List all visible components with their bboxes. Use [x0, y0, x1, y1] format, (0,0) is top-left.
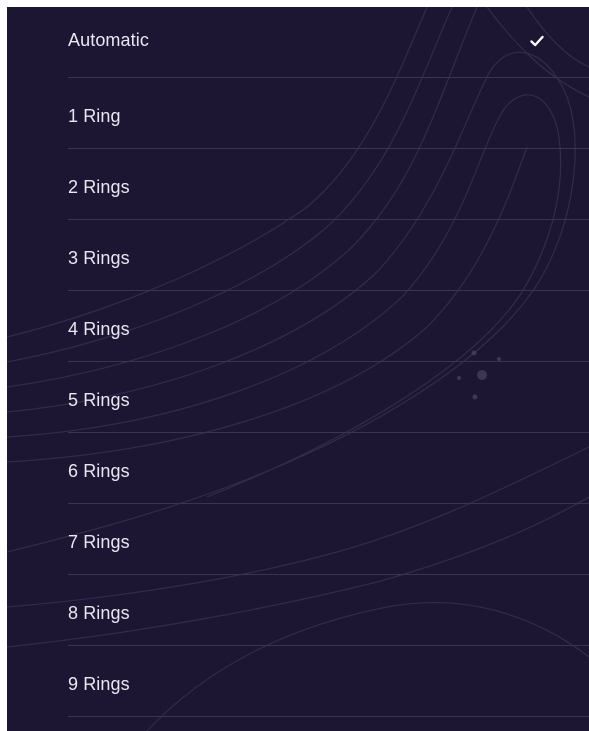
menu-item-3-rings[interactable]: 3 Rings — [7, 220, 589, 291]
menu-item-5-rings[interactable]: 5 Rings — [7, 362, 589, 433]
menu-item-6-rings[interactable]: 6 Rings — [7, 433, 589, 504]
checkmark-icon — [530, 35, 544, 47]
menu-item-9-rings[interactable]: 9 Rings — [7, 646, 589, 717]
divider — [68, 716, 589, 717]
menu-item-1-ring[interactable]: 1 Ring — [7, 78, 589, 149]
menu-item-automatic[interactable]: Automatic — [7, 7, 589, 78]
menu-item-label: 1 Ring — [68, 106, 121, 126]
menu-item-label: 5 Rings — [68, 390, 130, 410]
menu-item-label: 8 Rings — [68, 603, 130, 623]
menu-item-label: Automatic — [68, 30, 149, 50]
menu-item-4-rings[interactable]: 4 Rings — [7, 291, 589, 362]
menu-item-7-rings[interactable]: 7 Rings — [7, 504, 589, 575]
menu-item-label: 9 Rings — [68, 674, 130, 694]
menu-item-2-rings[interactable]: 2 Rings — [7, 149, 589, 220]
ring-count-menu: Automatic 1 Ring 2 Rings 3 Rings 4 Rings… — [7, 7, 589, 731]
menu-item-label: 4 Rings — [68, 319, 130, 339]
menu-item-label: 6 Rings — [68, 461, 130, 481]
ring-options-list: Automatic 1 Ring 2 Rings 3 Rings 4 Rings… — [7, 7, 589, 717]
menu-item-label: 3 Rings — [68, 248, 130, 268]
menu-item-label: 7 Rings — [68, 532, 130, 552]
menu-item-8-rings[interactable]: 8 Rings — [7, 575, 589, 646]
menu-item-label: 2 Rings — [68, 177, 130, 197]
